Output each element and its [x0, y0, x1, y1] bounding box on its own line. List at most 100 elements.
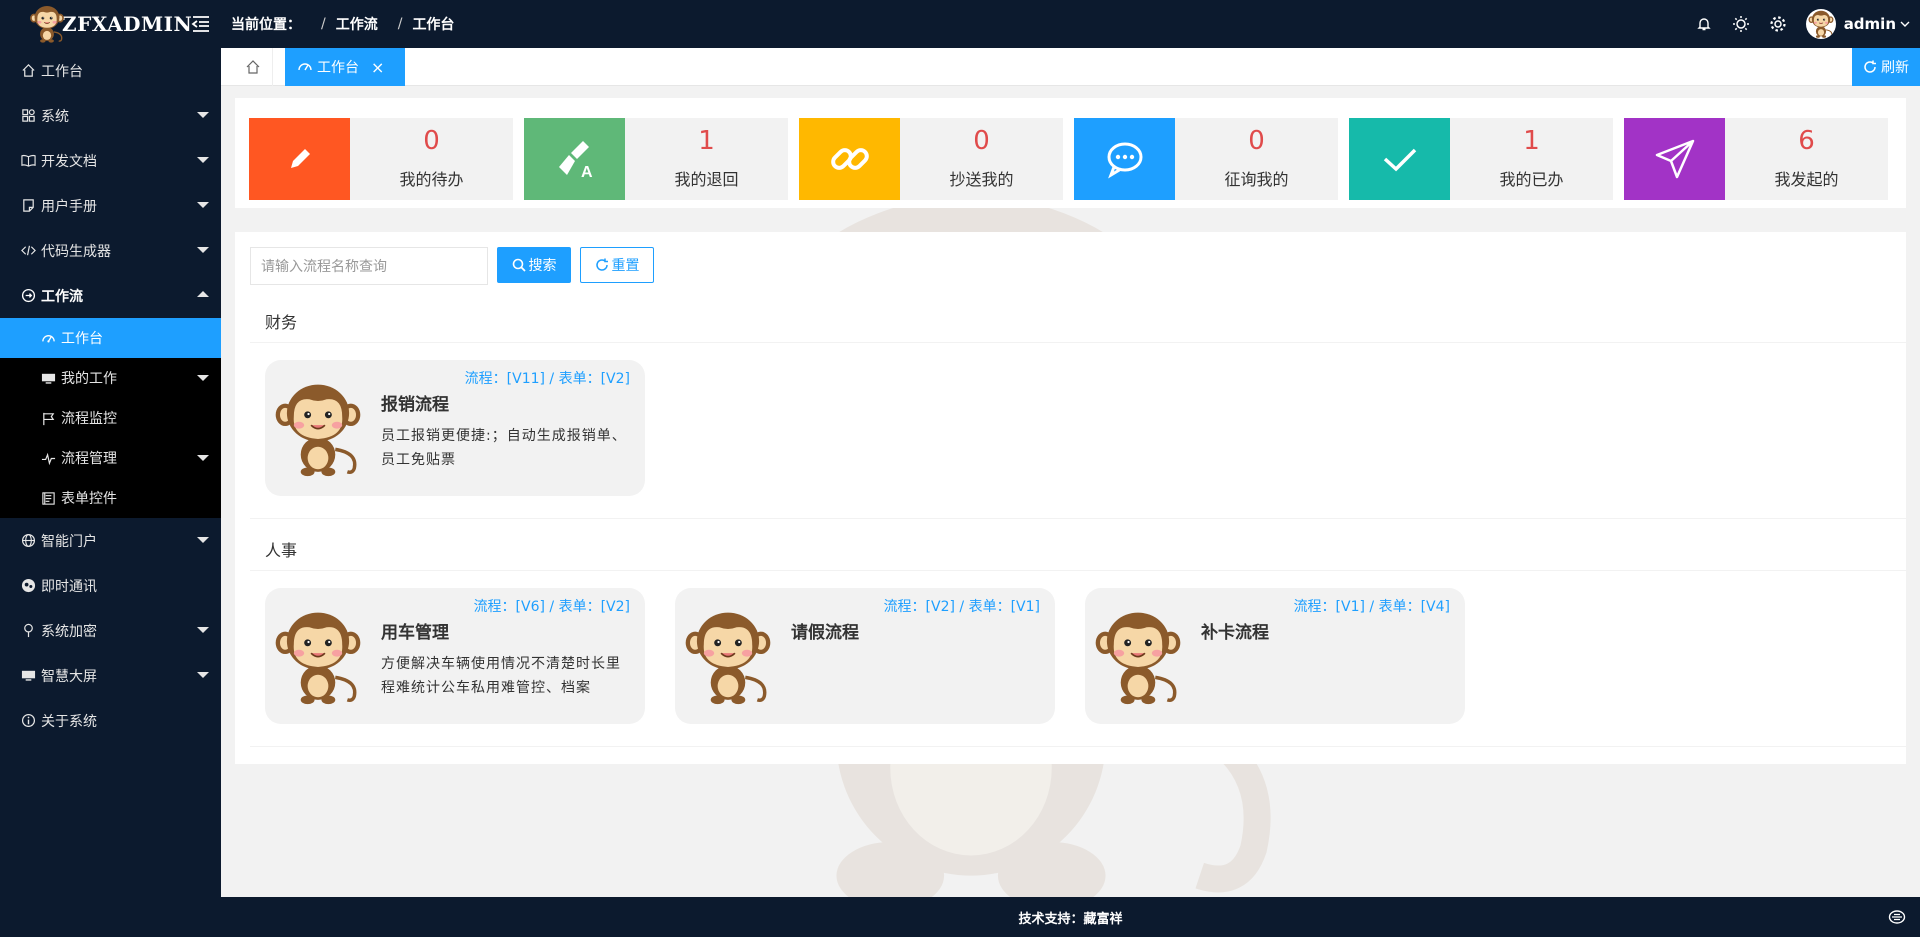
group-title: 人事 — [265, 541, 298, 560]
sidebar-item-dev-docs[interactable]: 开发文档 — [0, 138, 221, 183]
sidebar-item-label: 我的工作 — [61, 371, 117, 387]
tab-home[interactable] — [233, 48, 273, 86]
sidebar-subitem-form-controls[interactable]: 表单控件 — [0, 478, 221, 518]
sidebar-item-label: 工作台 — [41, 63, 83, 80]
pencil-icon — [249, 118, 350, 200]
tab-bar: 工作台 × 刷新 — [221, 48, 1920, 86]
search-button[interactable]: 搜索 — [497, 247, 571, 283]
form-icon — [40, 490, 56, 506]
flow-version: 流程：[V2] / 表单：[V1] — [883, 599, 1040, 615]
globe-icon — [20, 533, 36, 549]
paper-plane-icon — [1624, 118, 1725, 200]
refresh-button[interactable]: 刷新 — [1852, 48, 1920, 86]
sidebar-item-user-manual[interactable]: 用户手册 — [0, 183, 221, 228]
stat-label: 我发起的 — [1774, 170, 1839, 189]
monkey-logo-icon — [28, 5, 66, 43]
sidebar-item-label: 工作台 — [61, 331, 103, 347]
link-icon — [799, 118, 900, 200]
stat-value: 0 — [1248, 126, 1265, 156]
sidebar-item-label: 系统加密 — [41, 623, 97, 640]
chevron-down-icon[interactable] — [1900, 16, 1910, 32]
refresh-icon — [1864, 60, 1876, 73]
monkey-icon — [273, 382, 363, 477]
home-icon — [246, 60, 259, 74]
stat-card-consult[interactable]: 0 征询我的 — [1074, 118, 1338, 200]
flow-name: 报销流程 — [381, 395, 449, 415]
flow-card[interactable]: 流程：[V6] / 表单：[V2] 用车管理 方便解决车辆使用情况不清楚时长里程… — [265, 588, 645, 724]
chevron-down-icon — [197, 537, 209, 543]
flow-card[interactable]: 流程：[V11] / 表单：[V2] 报销流程 员工报销更便捷:；自动生成报销单… — [265, 360, 645, 496]
sidebar-item-system[interactable]: 系统 — [0, 93, 221, 138]
reset-button[interactable]: 重置 — [580, 247, 654, 283]
monkey-avatar-icon — [1808, 10, 1834, 38]
book-icon — [20, 153, 36, 169]
sidebar-item-workflow[interactable]: 工作流 — [0, 273, 221, 318]
sidebar-item-label: 关于系统 — [41, 713, 97, 730]
info-icon — [20, 713, 36, 729]
flow-card[interactable]: 流程：[V1] / 表单：[V4] 补卡流程 — [1085, 588, 1465, 724]
chevron-down-icon — [197, 157, 209, 163]
sidebar-item-portal[interactable]: 智能门户 — [0, 518, 221, 563]
monkey-icon — [273, 610, 363, 705]
divider — [250, 518, 1906, 519]
stat-label: 征询我的 — [1224, 170, 1289, 189]
stat-card-cc[interactable]: 0 抄送我的 — [799, 118, 1063, 200]
sidebar-item-im[interactable]: 即时通讯 — [0, 563, 221, 608]
stat-value: 0 — [973, 126, 990, 156]
pulse-icon — [40, 450, 56, 466]
sidebar-subitem-flow-manage[interactable]: 流程管理 — [0, 438, 221, 478]
bell-icon[interactable] — [1695, 15, 1713, 33]
theme-icon[interactable] — [1732, 15, 1750, 33]
sidebar-item-dashboard[interactable]: 工作台 — [0, 48, 221, 93]
sidebar: ZFXADMIN 工作台 系统 开发文档 用户手册 代码生成器 工作流 工作台 … — [0, 0, 221, 937]
sidebar-item-big-screen[interactable]: 智慧大屏 — [0, 653, 221, 698]
username[interactable]: admin — [1844, 15, 1896, 33]
gear-icon[interactable] — [1769, 15, 1787, 33]
avatar[interactable] — [1805, 9, 1836, 39]
sidebar-item-code-generator[interactable]: 代码生成器 — [0, 228, 221, 273]
sidebar-item-label: 系统 — [41, 108, 69, 125]
chat-icon — [20, 578, 36, 594]
stat-card-todo[interactable]: 0 我的待办 — [249, 118, 513, 200]
close-icon[interactable]: × — [371, 58, 384, 77]
flow-version: 流程：[V1] / 表单：[V4] — [1293, 599, 1450, 615]
breadcrumb: 当前位置： / 工作流 / 工作台 — [231, 0, 454, 48]
sidebar-subitem-my-work[interactable]: 我的工作 — [0, 358, 221, 398]
divider — [250, 746, 1906, 747]
flow-card[interactable]: 流程：[V2] / 表单：[V1] 请假流程 — [675, 588, 1055, 724]
breadcrumb-item[interactable]: 工作台 — [412, 14, 454, 34]
stat-value: 1 — [698, 126, 715, 156]
sidebar-item-label: 开发文档 — [41, 153, 97, 170]
sidebar-item-label: 智慧大屏 — [41, 668, 97, 685]
workflow-icon — [20, 288, 36, 304]
stat-card-done[interactable]: 1 我的已办 — [1349, 118, 1613, 200]
pin-icon — [20, 623, 36, 639]
brush-icon: A — [524, 118, 625, 200]
chevron-down-icon — [197, 627, 209, 633]
tab-label: 工作台 — [317, 60, 359, 76]
sidebar-item-label: 表单控件 — [61, 491, 117, 507]
footer-text: 技术支持：藏富祥 — [1018, 911, 1123, 927]
breadcrumb-separator: / — [321, 16, 326, 32]
flow-version: 流程：[V6] / 表单：[V2] — [473, 599, 630, 615]
stat-card-returned[interactable]: A 1 我的退回 — [524, 118, 788, 200]
workflow-submenu: 工作台 我的工作 流程监控 流程管理 表单控件 — [0, 318, 221, 518]
stat-label: 我的待办 — [399, 170, 464, 189]
sidebar-item-about[interactable]: 关于系统 — [0, 698, 221, 743]
tab-workbench[interactable]: 工作台 × — [285, 48, 405, 86]
stat-card-initiated[interactable]: 6 我发起的 — [1624, 118, 1888, 200]
chat-icon[interactable] — [1888, 908, 1906, 926]
breadcrumb-item[interactable]: 工作流 — [336, 14, 378, 34]
sidebar-item-encryption[interactable]: 系统加密 — [0, 608, 221, 653]
search-input[interactable]: 请输入流程名称查询 — [250, 247, 488, 285]
flow-description: 员工报销更便捷:；自动生成报销单、员工免贴票 — [381, 428, 627, 468]
menu-toggle-icon[interactable] — [191, 14, 211, 34]
flow-description: 方便解决车辆使用情况不清楚时长里程难统计公车私用难管控、档案 — [381, 656, 621, 696]
chevron-down-icon — [197, 375, 209, 381]
top-header: 当前位置： / 工作流 / 工作台 admin — [191, 0, 1920, 48]
logo[interactable]: ZFXADMIN — [0, 0, 221, 48]
search-icon — [512, 258, 526, 272]
logo-text: ZFXADMIN — [62, 12, 193, 36]
sidebar-subitem-workbench[interactable]: 工作台 — [0, 318, 221, 358]
sidebar-subitem-flow-monitor[interactable]: 流程监控 — [0, 398, 221, 438]
